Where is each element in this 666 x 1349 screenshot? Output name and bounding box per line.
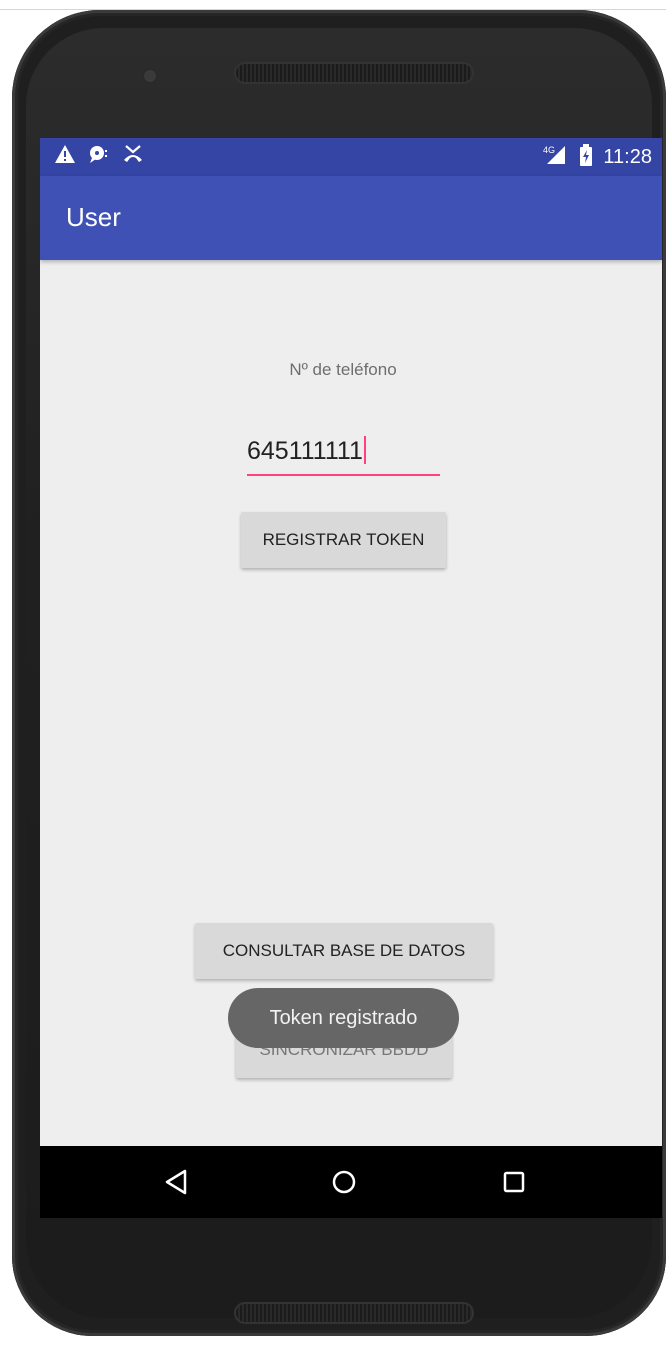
app-bar: User bbox=[40, 176, 662, 260]
app-title: User bbox=[66, 202, 121, 232]
top-speaker bbox=[234, 62, 474, 84]
back-icon[interactable] bbox=[158, 1164, 194, 1200]
consult-database-button[interactable]: CONSULTAR BASE DE DATOS bbox=[195, 923, 493, 979]
toast-message: Token registrado bbox=[228, 988, 459, 1048]
bottom-speaker bbox=[234, 1302, 474, 1324]
home-icon[interactable] bbox=[326, 1164, 362, 1200]
recents-icon[interactable] bbox=[496, 1164, 532, 1200]
warning-icon bbox=[54, 144, 76, 169]
phone-number-value: 645111111 bbox=[247, 437, 363, 465]
text-cursor bbox=[363, 436, 366, 464]
status-time: 11:28 bbox=[603, 146, 652, 168]
navigation-bar bbox=[40, 1146, 662, 1218]
device-screen: 4G 11:28 User Nº de teléfono 645111111 R… bbox=[40, 138, 662, 1218]
front-camera bbox=[144, 70, 156, 82]
signal-icon: 4G bbox=[543, 144, 569, 171]
register-token-button[interactable]: REGISTRAR TOKEN bbox=[241, 512, 446, 568]
svg-text:4G: 4G bbox=[543, 145, 555, 155]
missed-call-icon bbox=[122, 144, 144, 169]
phone-number-input[interactable]: 645111111 bbox=[247, 434, 440, 476]
battery-icon bbox=[579, 144, 593, 171]
phone-number-label: Nº de teléfono bbox=[289, 360, 397, 379]
chat-icon bbox=[88, 144, 110, 169]
status-bar: 4G 11:28 bbox=[40, 138, 662, 176]
